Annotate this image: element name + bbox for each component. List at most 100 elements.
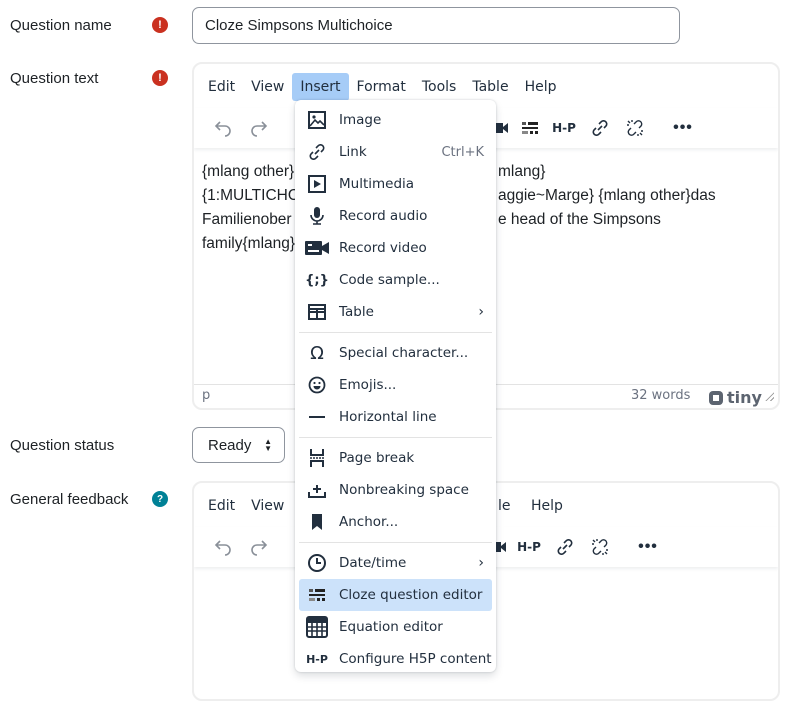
editor-menubar: Edit View Insert Format Tools Table Help: [200, 73, 564, 101]
menu-item-record-video[interactable]: Record video: [299, 232, 492, 264]
menu-item-label: Horizontal line: [339, 409, 437, 425]
menu-item-label: Equation editor: [339, 619, 443, 635]
menu-tools[interactable]: Tools: [414, 73, 465, 101]
question-icon[interactable]: ?: [152, 491, 168, 507]
brand-text: tiny: [727, 388, 762, 407]
h5p-text: H-P: [552, 121, 576, 135]
link-icon[interactable]: [551, 533, 579, 561]
horizontal-line-icon: [305, 405, 329, 429]
menu-item-special-character[interactable]: Ω Special character...: [299, 337, 492, 369]
menu-item-table[interactable]: Table ›: [299, 296, 492, 328]
content-line: e head of the Simpsons: [498, 211, 661, 228]
editor-menubar: Edit View le Help: [200, 492, 563, 520]
unlink-icon[interactable]: [621, 114, 649, 142]
element-path[interactable]: p: [202, 388, 210, 403]
general-feedback-label: General feedback: [10, 491, 129, 508]
nonbreaking-space-icon: [305, 478, 329, 502]
menu-item-label: Code sample...: [339, 272, 440, 288]
h5p-text: H-P: [517, 540, 541, 554]
menu-item-anchor[interactable]: Anchor...: [299, 506, 492, 538]
content-line: family{mlang}: [202, 235, 296, 252]
unlink-icon[interactable]: [586, 533, 614, 561]
menu-item-nonbreaking-space[interactable]: Nonbreaking space: [299, 474, 492, 506]
menu-format[interactable]: Format: [349, 73, 414, 101]
insert-menu: Image Link Ctrl+K Multimedia Record audi…: [295, 100, 496, 672]
bookmark-icon: [305, 510, 329, 534]
menu-item-date-time[interactable]: Date/time ›: [299, 547, 492, 579]
question-name-input[interactable]: Cloze Simpsons Multichoice: [192, 7, 680, 44]
multimedia-icon: [305, 172, 329, 196]
menu-item-emojis[interactable]: Emojis...: [299, 369, 492, 401]
menu-item-code-sample[interactable]: {;} Code sample...: [299, 264, 492, 296]
tiny-logo-icon[interactable]: tiny: [708, 388, 762, 407]
question-status-label: Question status: [10, 437, 115, 454]
menu-item-multimedia[interactable]: Multimedia: [299, 168, 492, 200]
h5p-icon[interactable]: H-P: [550, 114, 578, 142]
exclamation-icon: !: [152, 70, 168, 86]
question-text-label: Question text: [10, 70, 99, 87]
h5p-icon[interactable]: H-P: [515, 533, 543, 561]
question-status-value: Ready: [208, 436, 252, 454]
undo-icon[interactable]: [209, 114, 237, 142]
microphone-icon: [305, 204, 329, 228]
menu-item-equation-editor[interactable]: Equation editor: [299, 611, 492, 643]
code-sample-icon: {;}: [305, 272, 329, 288]
menu-item-label: Special character...: [339, 345, 469, 361]
redo-icon[interactable]: [245, 114, 273, 142]
menu-item-label: Page break: [339, 450, 415, 466]
more-icon[interactable]: •••: [669, 114, 697, 142]
menu-view[interactable]: View: [243, 73, 292, 101]
select-arrows-icon: ▲ ▼: [264, 437, 272, 453]
menu-item-label: Date/time: [339, 555, 407, 571]
question-name-value: Cloze Simpsons Multichoice: [205, 17, 393, 34]
menu-item-label: Emojis...: [339, 377, 397, 393]
menu-item-label: Link: [339, 144, 367, 160]
menu-item-label: Multimedia: [339, 176, 415, 192]
menu-divider: [299, 332, 492, 333]
menu-edit[interactable]: Edit: [200, 492, 243, 520]
content-line: {1:MULTICHO: [202, 187, 300, 204]
content-line: Familienober: [202, 211, 292, 228]
cloze-icon[interactable]: [516, 114, 544, 142]
menu-item-label: Table: [339, 304, 374, 320]
omega-icon: Ω: [310, 342, 324, 364]
menu-table[interactable]: Table: [464, 73, 516, 101]
question-name-label: Question name: [10, 17, 112, 34]
more-icon[interactable]: •••: [634, 533, 662, 561]
menu-item-horizontal-line[interactable]: Horizontal line: [299, 401, 492, 433]
menu-edit[interactable]: Edit: [200, 73, 243, 101]
menu-item-configure-h5p[interactable]: H-P Configure H5P content: [299, 643, 492, 675]
chevron-right-icon: ›: [478, 304, 484, 320]
menu-divider: [299, 542, 492, 543]
video-camera-icon: [305, 236, 329, 260]
menu-view[interactable]: View: [243, 492, 292, 520]
redo-icon[interactable]: [245, 533, 273, 561]
menu-insert[interactable]: Insert: [292, 73, 349, 101]
content-line: mlang}: [498, 163, 546, 180]
content-line: aggie~Marge} {mlang other}das: [498, 187, 716, 204]
word-count[interactable]: 32 words: [631, 388, 690, 403]
question-status-select[interactable]: Ready ▲ ▼: [192, 427, 285, 463]
cloze-icon: [305, 583, 329, 607]
menu-item-cloze-question-editor[interactable]: Cloze question editor: [299, 579, 492, 611]
resize-handle-icon[interactable]: [764, 391, 774, 401]
menu-divider: [299, 437, 492, 438]
menu-item-link[interactable]: Link Ctrl+K: [299, 136, 492, 168]
undo-icon[interactable]: [209, 533, 237, 561]
h5p-icon: H-P: [305, 647, 329, 671]
menu-item-label: Configure H5P content: [339, 651, 492, 667]
menu-help[interactable]: Help: [523, 492, 571, 520]
menu-help[interactable]: Help: [517, 73, 565, 101]
menu-item-image[interactable]: Image: [299, 104, 492, 136]
chevron-right-icon: ›: [478, 555, 484, 571]
menu-item-page-break[interactable]: Page break: [299, 442, 492, 474]
shortcut-label: Ctrl+K: [441, 144, 484, 160]
menu-item-label: Anchor...: [339, 514, 399, 530]
link-icon[interactable]: [586, 114, 614, 142]
content-line: {mlang other}: [202, 163, 295, 180]
menu-item-record-audio[interactable]: Record audio: [299, 200, 492, 232]
emoji-icon: [305, 373, 329, 397]
menu-item-label: Image: [339, 112, 382, 128]
link-icon: [305, 140, 329, 164]
menu-item-label: Nonbreaking space: [339, 482, 469, 498]
